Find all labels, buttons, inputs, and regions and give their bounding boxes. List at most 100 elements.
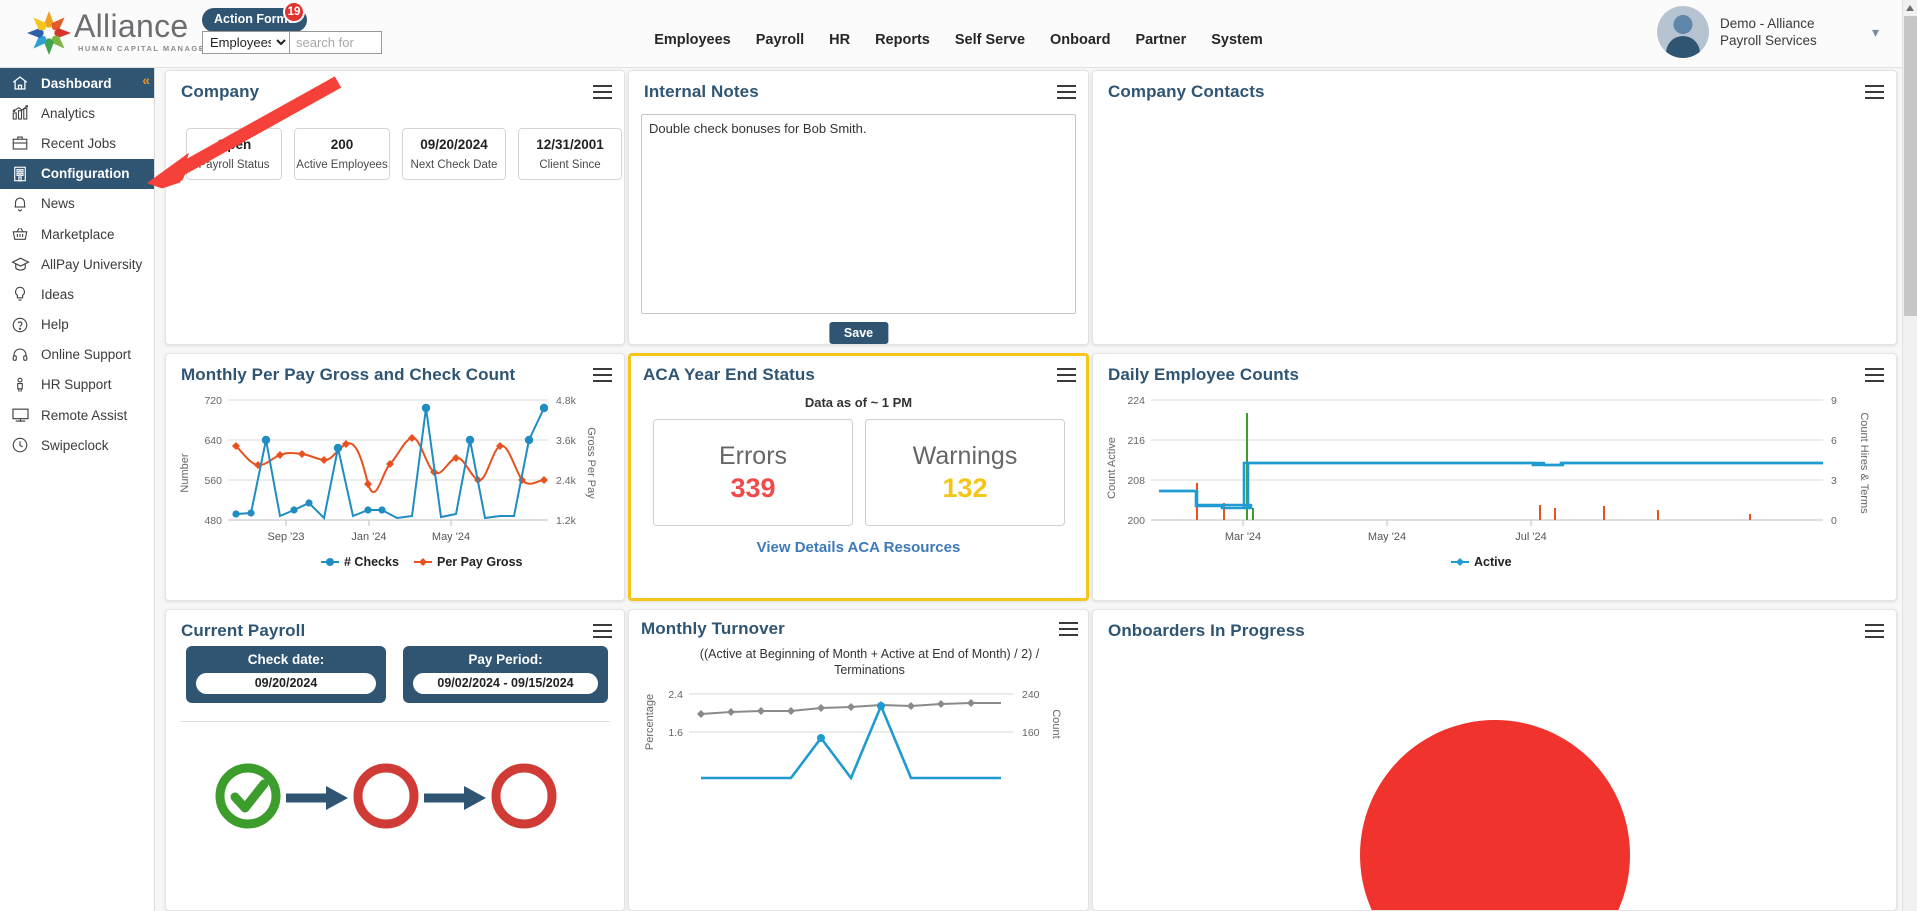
sidebar-item-help[interactable]: Help (0, 310, 154, 340)
aca-warnings-box[interactable]: Warnings 132 (865, 419, 1065, 526)
scroll-up-icon[interactable] (1906, 5, 1914, 11)
sidebar-item-allpay-university[interactable]: AllPay University (0, 249, 154, 279)
sidebar-item-analytics[interactable]: Analytics (0, 98, 154, 128)
clock-icon (9, 434, 31, 456)
sidebar-collapse-icon[interactable]: « (142, 73, 150, 87)
card-title: Company (181, 82, 260, 101)
sidebar-item-news[interactable]: News (0, 189, 154, 219)
sidebar-item-configuration[interactable]: Configuration (0, 158, 154, 189)
sidebar-item-marketplace[interactable]: Marketplace (0, 219, 154, 249)
sidebar: « Dashboard Analytics Recent Jobs Config… (0, 68, 155, 911)
pay-period-label: Pay Period: (468, 652, 543, 667)
sidebar-item-dashboard[interactable]: Dashboard (0, 68, 154, 99)
card-menu-icon[interactable] (593, 624, 612, 638)
sidebar-label: Ideas (41, 286, 75, 302)
dashboard-grid: Company Open Payroll Status 200 Active E… (155, 68, 1902, 911)
sidebar-item-hr-support[interactable]: HR Support (0, 370, 154, 400)
svg-text:1.6: 1.6 (668, 727, 683, 739)
check-date-value: 09/20/2024 (196, 673, 376, 694)
sidebar-item-remote-assist[interactable]: Remote Assist (0, 400, 154, 430)
svg-text:4.8k: 4.8k (556, 395, 577, 407)
nav-onboard[interactable]: Onboard (1050, 32, 1110, 48)
step-pending-icon (353, 763, 419, 829)
card-title: Current Payroll (181, 621, 306, 640)
global-search[interactable]: Employees (202, 31, 382, 54)
nav-hr[interactable]: HR (829, 32, 850, 48)
card-menu-icon[interactable] (593, 85, 612, 99)
svg-text:720: 720 (204, 395, 222, 407)
chevron-down-icon[interactable]: ▾ (1872, 24, 1879, 41)
svg-text:Mar '24: Mar '24 (1225, 531, 1261, 543)
user-name: Demo - Alliance Payroll Services (1719, 16, 1817, 48)
svg-text:Percentage: Percentage (644, 694, 656, 750)
sidebar-label: Help (41, 317, 69, 333)
sidebar-item-swipeclock[interactable]: Swipeclock (0, 430, 154, 460)
nav-partner[interactable]: Partner (1135, 32, 1186, 48)
user-menu[interactable]: Demo - Alliance Payroll Services ▾ (1656, 6, 1879, 58)
series-terms-spikes (1196, 483, 1751, 520)
card-menu-icon[interactable] (1865, 368, 1884, 382)
nav-employees[interactable]: Employees (654, 32, 731, 48)
search-scope-select[interactable]: Employees (203, 32, 289, 53)
save-button[interactable]: Save (828, 322, 889, 344)
chart-subtitle: ((Active at Beginning of Month + Active … (699, 647, 1040, 677)
check-date-label: Check date: (247, 652, 325, 667)
monitor-icon (9, 404, 31, 426)
svg-text:224: 224 (1127, 395, 1145, 407)
svg-text:2.4k: 2.4k (556, 475, 577, 487)
sidebar-item-recent-jobs[interactable]: Recent Jobs (0, 128, 154, 158)
card-aca-year-end-status: ACA Year End Status Data as of ~ 1 PM Er… (628, 353, 1089, 601)
pay-period-box: Pay Period: 09/02/2024 - 09/15/2024 (403, 646, 608, 703)
svg-text:May '24: May '24 (432, 531, 470, 543)
sidebar-label: HR Support (41, 377, 112, 393)
chart-legend: # Checks Per Pay Gross (321, 555, 523, 569)
action-forms-badge: 19 (283, 1, 305, 23)
top-bar: Alliance HUMAN CAPITAL MANAGEMENT Action… (0, 0, 1917, 68)
flow-arrow-icon (424, 786, 486, 810)
page-scrollbar[interactable] (1902, 0, 1917, 911)
svg-text:480: 480 (204, 515, 222, 527)
card-title: Onboarders In Progress (1108, 621, 1305, 640)
search-input[interactable] (289, 32, 381, 53)
aca-view-details-link[interactable]: View Details ACA Resources (631, 539, 1086, 556)
card-company-contacts: Company Contacts (1092, 70, 1897, 345)
sidebar-label: Dashboard (41, 75, 112, 91)
card-menu-icon[interactable] (1057, 368, 1076, 382)
sidebar-item-online-support[interactable]: Online Support (0, 340, 154, 370)
internal-notes-textarea[interactable] (641, 114, 1076, 314)
card-title: Daily Employee Counts (1108, 365, 1300, 384)
card-monthly-turnover: Monthly Turnover ((Active at Beginning o… (628, 609, 1089, 911)
sidebar-label: Remote Assist (41, 407, 128, 423)
sidebar-item-ideas[interactable]: Ideas (0, 279, 154, 309)
onboarders-donut-chart (1360, 720, 1630, 910)
card-internal-notes: Internal Notes Save (628, 70, 1089, 345)
payroll-step-flow (215, 763, 557, 829)
card-menu-icon[interactable] (1059, 622, 1078, 636)
nav-payroll[interactable]: Payroll (756, 32, 804, 48)
card-menu-icon[interactable] (1057, 85, 1076, 99)
card-menu-icon[interactable] (593, 368, 612, 382)
tile-label: Next Check Date (410, 159, 498, 171)
sidebar-label: Recent Jobs (41, 135, 117, 151)
nav-reports[interactable]: Reports (875, 32, 930, 48)
chart-monthly-turnover: 2.4 1.6 240 160 Percentage Count (644, 689, 1062, 781)
svg-text:6: 6 (1831, 435, 1837, 447)
headset-icon (9, 344, 31, 366)
svg-text:200: 200 (1127, 515, 1145, 527)
aca-warnings-value: 132 (942, 472, 988, 503)
aca-errors-box[interactable]: Errors 339 (653, 419, 853, 526)
svg-text:Jul '24: Jul '24 (1515, 531, 1546, 543)
lightbulb-icon (9, 283, 31, 305)
brand-name: Alliance (74, 8, 189, 44)
svg-text:160: 160 (1022, 727, 1040, 739)
card-title: Company Contacts (1108, 82, 1265, 101)
tile-active-employees: 200 Active Employees (294, 128, 390, 180)
svg-text:3.6k: 3.6k (556, 435, 577, 447)
sidebar-label: Marketplace (41, 226, 115, 242)
nav-self-serve[interactable]: Self Serve (955, 32, 1025, 48)
nav-system[interactable]: System (1211, 32, 1263, 48)
card-menu-icon[interactable] (1865, 85, 1884, 99)
sidebar-label: News (41, 196, 75, 212)
scrollbar-thumb[interactable] (1904, 16, 1917, 316)
card-menu-icon[interactable] (1865, 624, 1884, 638)
